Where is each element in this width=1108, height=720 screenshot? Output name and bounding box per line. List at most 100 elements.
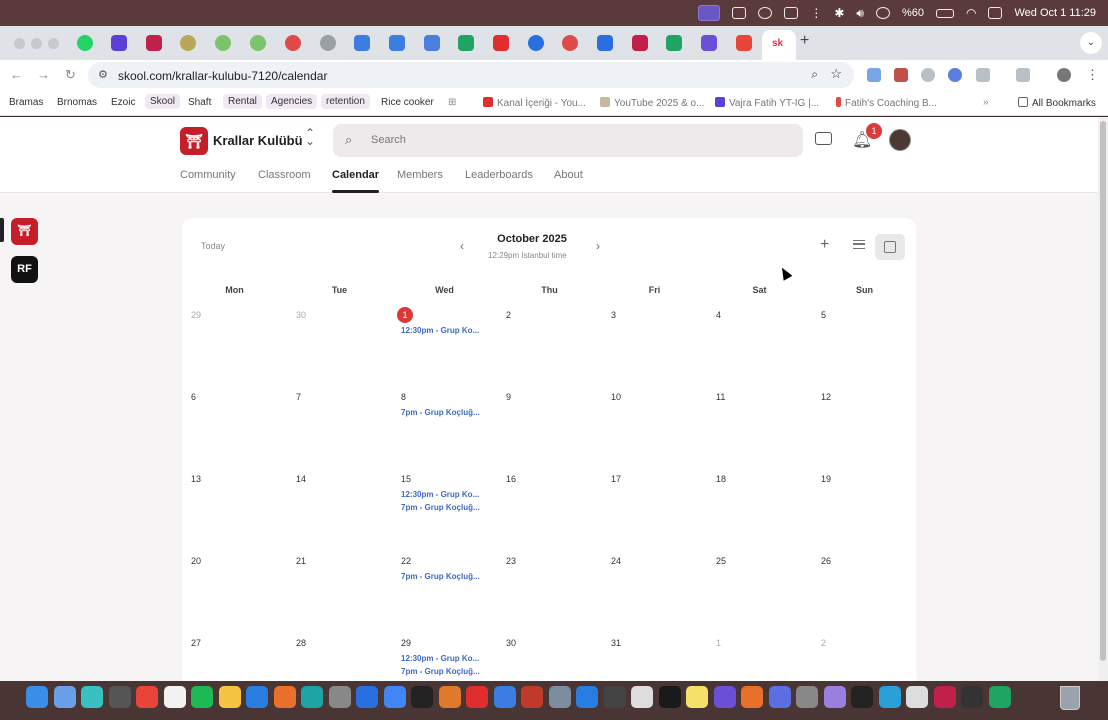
apps-grid-icon[interactable]: ⊞ [448,97,456,108]
chatgpt-icon[interactable] [328,686,351,708]
list-view-icon[interactable] [853,240,865,249]
wifi-icon[interactable]: ◠ [966,6,976,20]
tab-favicon-icon[interactable] [250,35,266,51]
calendar-event[interactable]: 12:30pm - Grup Ko... [401,326,479,335]
calendar-day-cell[interactable]: 8 7pm - Grup Koçluğ... [392,386,497,468]
bookmark-link[interactable]: Kanal İçeriği - You... [483,97,586,109]
reading-list-icon[interactable] [1016,68,1030,82]
calendar-event[interactable]: 12:30pm - Grup Ko... [401,654,479,663]
tab-favicon-icon[interactable] [389,35,405,51]
tab-gmail-icon[interactable] [736,35,752,51]
tab-favicon-icon[interactable] [180,35,196,51]
calendar-day-cell[interactable]: 11 [707,386,812,468]
bookmark-star-icon[interactable]: ☆ [830,66,842,82]
group-name[interactable]: Krallar Kulübü [213,133,303,148]
tab-favicon-icon[interactable] [215,35,231,51]
tab-about[interactable]: About [554,169,583,181]
tab-favicon-icon[interactable] [354,35,370,51]
calendar-day-cell[interactable]: 3 [602,304,707,386]
tab-maps-icon[interactable] [285,35,301,51]
battery-percent[interactable]: %60 [902,7,924,19]
menu-extra-icon[interactable] [758,7,773,19]
volume-icon[interactable]: 🔊︎ [856,6,864,21]
calendar-icon[interactable] [163,686,186,708]
stickies-icon[interactable] [686,686,708,708]
url-text[interactable]: skool.com/krallar-kulubu-7120/calendar [118,69,327,83]
extensions-puzzle-icon[interactable] [976,68,990,82]
user-avatar[interactable] [889,129,911,151]
address-bar[interactable]: ⚙ skool.com/krallar-kulubu-7120/calendar… [88,62,854,88]
back-button[interactable]: ← [10,67,23,82]
calendar-day-cell[interactable]: 30 [287,304,392,386]
tab-whatsapp-icon[interactable] [77,35,93,51]
calendar-day-cell[interactable]: 29 [182,304,287,386]
app-icon[interactable] [603,686,626,708]
bookmark-item[interactable]: Ezoic [111,97,135,108]
bookmark-item[interactable]: Agencies [266,94,318,109]
app-icon[interactable] [658,686,681,708]
capcut-icon[interactable] [411,686,433,708]
control-center-icon[interactable] [988,7,1003,19]
tab-favicon-icon[interactable] [111,35,127,51]
zoom-icon[interactable]: ⌕ [811,67,818,82]
calendar-event[interactable]: 7pm - Grup Koçluğ... [401,503,480,512]
calendar-day-cell[interactable]: 1 12:30pm - Grup Ko... [392,304,497,386]
tab-maps-icon[interactable] [562,35,578,51]
all-bookmarks[interactable]: All Bookmarks [1018,97,1096,109]
calendar-day-cell[interactable]: 22 7pm - Grup Koçluğ... [392,550,497,632]
calendar-day-cell[interactable]: 25 [707,550,812,632]
tab-favicon-icon[interactable] [320,35,336,51]
bookmark-item[interactable]: Brnomas [57,97,97,108]
search-bar[interactable]: ⌕ Search [333,124,803,157]
new-tab-button[interactable]: + [800,32,809,50]
google-drive-icon[interactable] [988,686,1011,708]
screen-share-icon[interactable] [698,5,721,21]
app-icon[interactable] [906,686,928,708]
sidebar-group-krallar[interactable]: ⛩ [11,218,38,245]
safari-icon[interactable] [246,686,268,708]
bluetooth-icon[interactable]: ✱ [834,6,844,20]
bookmark-item[interactable]: Rice cooker [381,97,434,108]
drive-icon[interactable] [356,686,378,708]
system-settings-icon[interactable] [796,686,818,708]
bookmark-item[interactable]: Rental [223,94,262,109]
zoom-icon[interactable] [493,686,516,708]
reload-button[interactable]: ↻ [65,67,76,83]
chat-icon[interactable] [815,132,832,145]
calendar-day-cell[interactable]: 18 [707,468,812,550]
calendar-day-cell[interactable]: 30 [497,632,602,681]
calendar-day-cell[interactable]: 12 [812,386,917,468]
app-icon[interactable] [81,686,103,708]
tab-docs-icon[interactable] [424,35,440,51]
battery-icon[interactable] [935,8,954,18]
calendar-day-cell[interactable]: 23 [497,550,602,632]
add-event-icon[interactable]: + [820,236,829,254]
firefox-icon[interactable] [273,686,296,708]
calendar-day-cell[interactable]: 29 12:30pm - Grup Ko... 7pm - Grup Koçluğ.… [392,632,497,681]
bookmark-item[interactable]: retention [321,94,370,109]
calendar-day-cell[interactable]: 1 [707,632,812,681]
calendar-day-cell[interactable]: 21 [287,550,392,632]
calendar-day-cell[interactable]: 13 [182,468,287,550]
tab-classroom[interactable]: Classroom [258,169,311,181]
active-tab[interactable]: sk [762,30,796,60]
calendar-event[interactable]: 7pm - Grup Koçluğ... [401,572,480,581]
opera-icon[interactable] [466,686,488,708]
calendar-day-cell[interactable]: 20 [182,550,287,632]
calendar-day-cell[interactable]: 6 [182,386,287,468]
tab-calendar[interactable]: Calendar [332,169,380,193]
more-bookmarks-button[interactable]: » [983,97,989,108]
books-icon[interactable] [438,686,461,708]
extension-icon[interactable] [948,68,962,82]
play-icon[interactable] [875,7,890,19]
sidebar-group-rf[interactable]: RF [11,256,38,283]
calendar-day-cell[interactable]: 5 [812,304,917,386]
calendar-day-cell[interactable]: 2 [497,304,602,386]
tab-youtube-icon[interactable] [493,35,509,51]
tab-favicon-icon[interactable] [632,35,648,51]
bookmark-link[interactable]: Vajra Fatih YT-IG |... [715,97,819,109]
next-month-button[interactable]: › [596,239,600,253]
app-icon[interactable] [713,686,736,708]
extension-icon[interactable] [894,68,908,82]
calendar-day-cell[interactable]: 7 [287,386,392,468]
